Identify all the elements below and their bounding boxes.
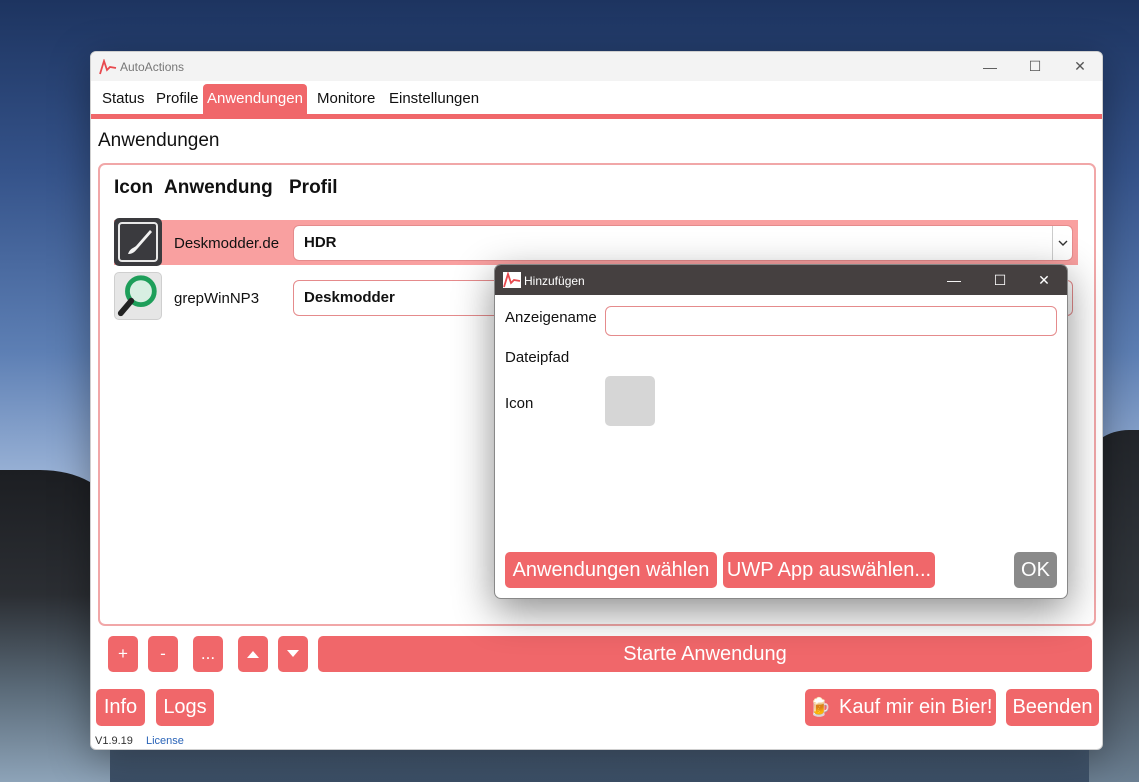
chevron-down-icon[interactable] bbox=[1052, 226, 1072, 260]
column-header-profile: Profil bbox=[289, 177, 338, 198]
add-dialog: Hinzufügen — ☐ ✕ Anzeigename Dateipfad I… bbox=[494, 264, 1068, 599]
dialog-maximize-button[interactable]: ☐ bbox=[977, 265, 1023, 295]
remove-button[interactable]: - bbox=[148, 636, 178, 672]
application-name: Deskmodder.de bbox=[174, 235, 280, 252]
file-path-label: Dateipfad bbox=[505, 349, 570, 366]
dialog-close-button[interactable]: ✕ bbox=[1021, 265, 1067, 295]
paintbrush-icon bbox=[114, 218, 162, 266]
column-header-icon: Icon bbox=[114, 177, 154, 198]
application-name: grepWinNP3 bbox=[174, 290, 260, 307]
license-link[interactable]: License bbox=[146, 735, 184, 747]
info-button[interactable]: Info bbox=[96, 689, 145, 726]
version-label: V1.9.19 bbox=[95, 735, 133, 747]
tab-status[interactable]: Status bbox=[98, 84, 149, 114]
move-up-button[interactable] bbox=[238, 636, 268, 672]
maximize-button[interactable]: ☐ bbox=[1012, 52, 1058, 81]
icon-preview[interactable] bbox=[605, 376, 655, 426]
quit-button[interactable]: Beenden bbox=[1006, 689, 1099, 726]
dialog-titlebar[interactable]: Hinzufügen — ☐ ✕ bbox=[495, 265, 1067, 295]
more-button[interactable]: ... bbox=[193, 636, 223, 672]
choose-uwp-app-button[interactable]: UWP App auswählen... bbox=[723, 552, 935, 588]
tab-monitore[interactable]: Monitore bbox=[313, 84, 379, 114]
app-logo-icon bbox=[503, 272, 521, 288]
dialog-minimize-button[interactable]: — bbox=[931, 265, 977, 295]
app-logo-icon bbox=[99, 59, 117, 75]
dialog-title: Hinzufügen bbox=[524, 274, 585, 288]
beer-icon: 🍺 bbox=[808, 697, 832, 717]
start-application-button[interactable]: Starte Anwendung bbox=[318, 636, 1092, 672]
display-name-label: Anzeigename bbox=[505, 309, 597, 326]
tab-profile[interactable]: Profile bbox=[152, 84, 203, 114]
arrow-up-icon bbox=[247, 651, 259, 658]
tab-bar: Status Profile Anwendungen Monitore Eins… bbox=[91, 81, 1102, 119]
choose-application-button[interactable]: Anwendungen wählen bbox=[505, 552, 717, 588]
logs-button[interactable]: Logs bbox=[156, 689, 214, 726]
window-title: AutoActions bbox=[120, 60, 185, 74]
ok-button[interactable]: OK bbox=[1014, 552, 1057, 588]
profile-select[interactable]: HDR bbox=[293, 225, 1073, 261]
arrow-down-icon bbox=[287, 650, 299, 657]
add-button[interactable]: + bbox=[108, 636, 138, 672]
close-button[interactable]: ✕ bbox=[1057, 52, 1102, 81]
magnifier-icon bbox=[114, 272, 162, 320]
column-header-application: Anwendung bbox=[164, 177, 273, 198]
icon-label: Icon bbox=[505, 395, 534, 412]
titlebar[interactable]: AutoActions — ☐ ✕ bbox=[91, 52, 1102, 81]
move-down-button[interactable] bbox=[278, 636, 308, 672]
buy-beer-button[interactable]: 🍺 Kauf mir ein Bier! bbox=[805, 689, 996, 726]
tab-underline bbox=[91, 114, 1102, 119]
tab-einstellungen[interactable]: Einstellungen bbox=[385, 84, 483, 114]
tab-anwendungen[interactable]: Anwendungen bbox=[203, 84, 307, 114]
display-name-input[interactable] bbox=[605, 306, 1057, 336]
page-title: Anwendungen bbox=[98, 130, 220, 151]
minimize-button[interactable]: — bbox=[967, 52, 1013, 81]
